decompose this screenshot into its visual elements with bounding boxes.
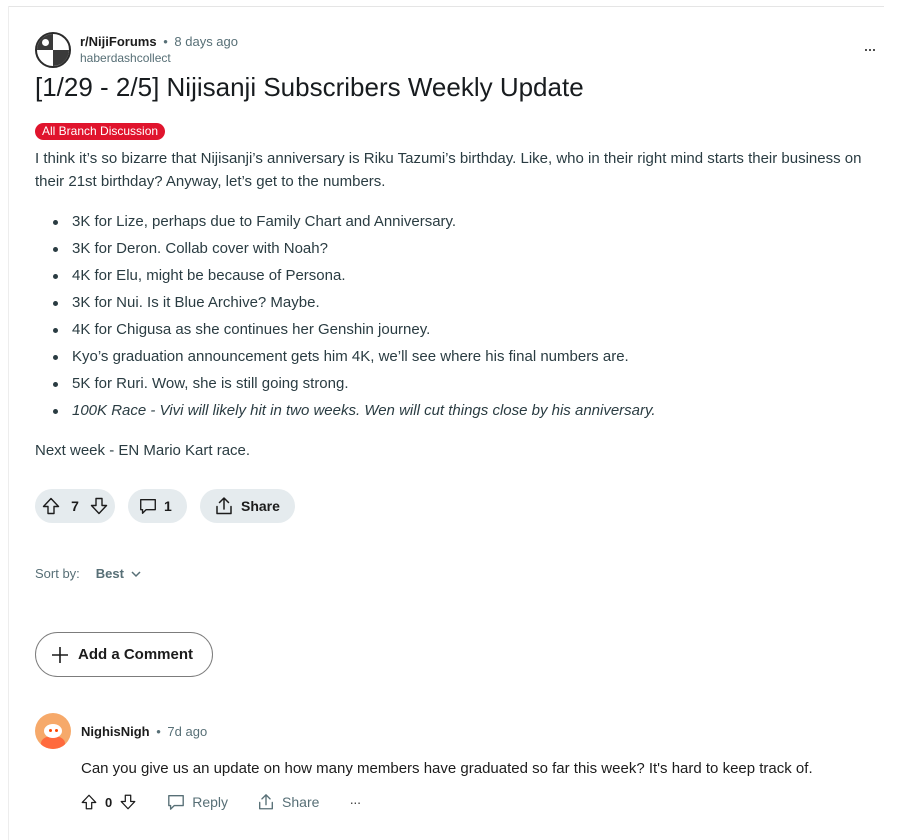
comment-meta: NighisNigh • 7d ago — [81, 724, 207, 739]
comment-bubble-icon — [138, 496, 158, 516]
post-body-outro: Next week - EN Mario Kart race. — [35, 442, 251, 459]
frame-left-border — [8, 6, 9, 840]
comment-share-button[interactable]: Share — [256, 792, 319, 812]
post-meta: r/NijiForums • 8 days ago haberdashcolle… — [80, 34, 238, 66]
bullet-item: 4K for Elu, might be because of Persona. — [35, 262, 885, 289]
subreddit-avatar[interactable] — [35, 32, 71, 68]
bullet-item: 5K for Ruri. Wow, she is still going str… — [35, 370, 885, 397]
comment-action-bar: 0 Reply Share ··· — [79, 792, 361, 812]
comment-share-label: Share — [282, 794, 320, 810]
bullet-item: Kyo’s graduation announcement gets him 4… — [35, 343, 885, 370]
post-body-intro: I think it’s so bizarre that Nijisanji’s… — [35, 150, 862, 190]
post-more-options-button[interactable]: ··· — [856, 39, 882, 59]
comment-author[interactable]: NighisNigh — [81, 724, 150, 739]
downvote-arrow-icon[interactable] — [89, 496, 109, 516]
upvote-arrow-icon[interactable] — [41, 496, 61, 516]
chevron-down-icon[interactable] — [130, 568, 142, 580]
bullet-item: 100K Race - Vivi will likely hit in two … — [35, 397, 885, 424]
reply-label: Reply — [192, 794, 229, 810]
share-button[interactable]: Share — [200, 489, 295, 523]
post-time: 8 days ago — [174, 34, 238, 49]
post-author[interactable]: haberdashcollect — [80, 50, 238, 66]
subreddit-link[interactable]: r/NijiForums — [80, 34, 157, 49]
post-vote-count: 7 — [71, 498, 79, 514]
bullet-item: 3K for Lize, perhaps due to Family Chart… — [35, 208, 885, 235]
bullet-item: 3K for Nui. Is it Blue Archive? Maybe. — [35, 289, 885, 316]
share-icon — [256, 792, 276, 812]
comment-vote-count: 0 — [105, 794, 113, 810]
bullet-item: 4K for Chigusa as she continues her Gens… — [35, 316, 885, 343]
comment-text: Can you give us an update on how many me… — [81, 760, 813, 777]
frame-top-border — [8, 6, 884, 7]
sort-dropdown[interactable]: Best — [96, 566, 124, 581]
sort-control: Sort by: Best — [35, 566, 142, 581]
post-bullet-list: 3K for Lize, perhaps due to Family Chart… — [35, 208, 885, 424]
add-comment-button[interactable]: Add a Comment — [35, 632, 213, 677]
bullet-item: 3K for Deron. Collab cover with Noah? — [35, 235, 885, 262]
comment-vote: 0 — [79, 792, 138, 812]
comment-time: 7d ago — [167, 724, 208, 739]
downvote-arrow-icon[interactable] — [118, 792, 138, 812]
sort-label: Sort by: — [35, 566, 80, 581]
vote-pill: 7 — [35, 489, 115, 523]
meta-separator: • — [156, 724, 161, 739]
comments-button[interactable]: 1 — [128, 489, 187, 523]
post-title: [1/29 - 2/5] Nijisanji Subscribers Weekl… — [35, 72, 584, 102]
plus-icon — [50, 645, 70, 665]
avatar[interactable] — [35, 713, 71, 749]
share-label: Share — [241, 498, 280, 514]
comment-more-options-button[interactable]: ··· — [349, 794, 361, 810]
reply-button[interactable]: Reply — [166, 792, 228, 812]
post-action-bar: 7 1 Share — [35, 489, 295, 523]
comment-count: 1 — [164, 498, 172, 514]
meta-separator: • — [163, 34, 168, 49]
share-icon — [214, 496, 234, 516]
post-header: r/NijiForums • 8 days ago haberdashcolle… — [35, 32, 238, 68]
post-flair[interactable]: All Branch Discussion — [35, 123, 166, 140]
add-comment-label: Add a Comment — [78, 646, 194, 663]
upvote-arrow-icon[interactable] — [79, 792, 99, 812]
comment-bubble-icon — [166, 792, 186, 812]
